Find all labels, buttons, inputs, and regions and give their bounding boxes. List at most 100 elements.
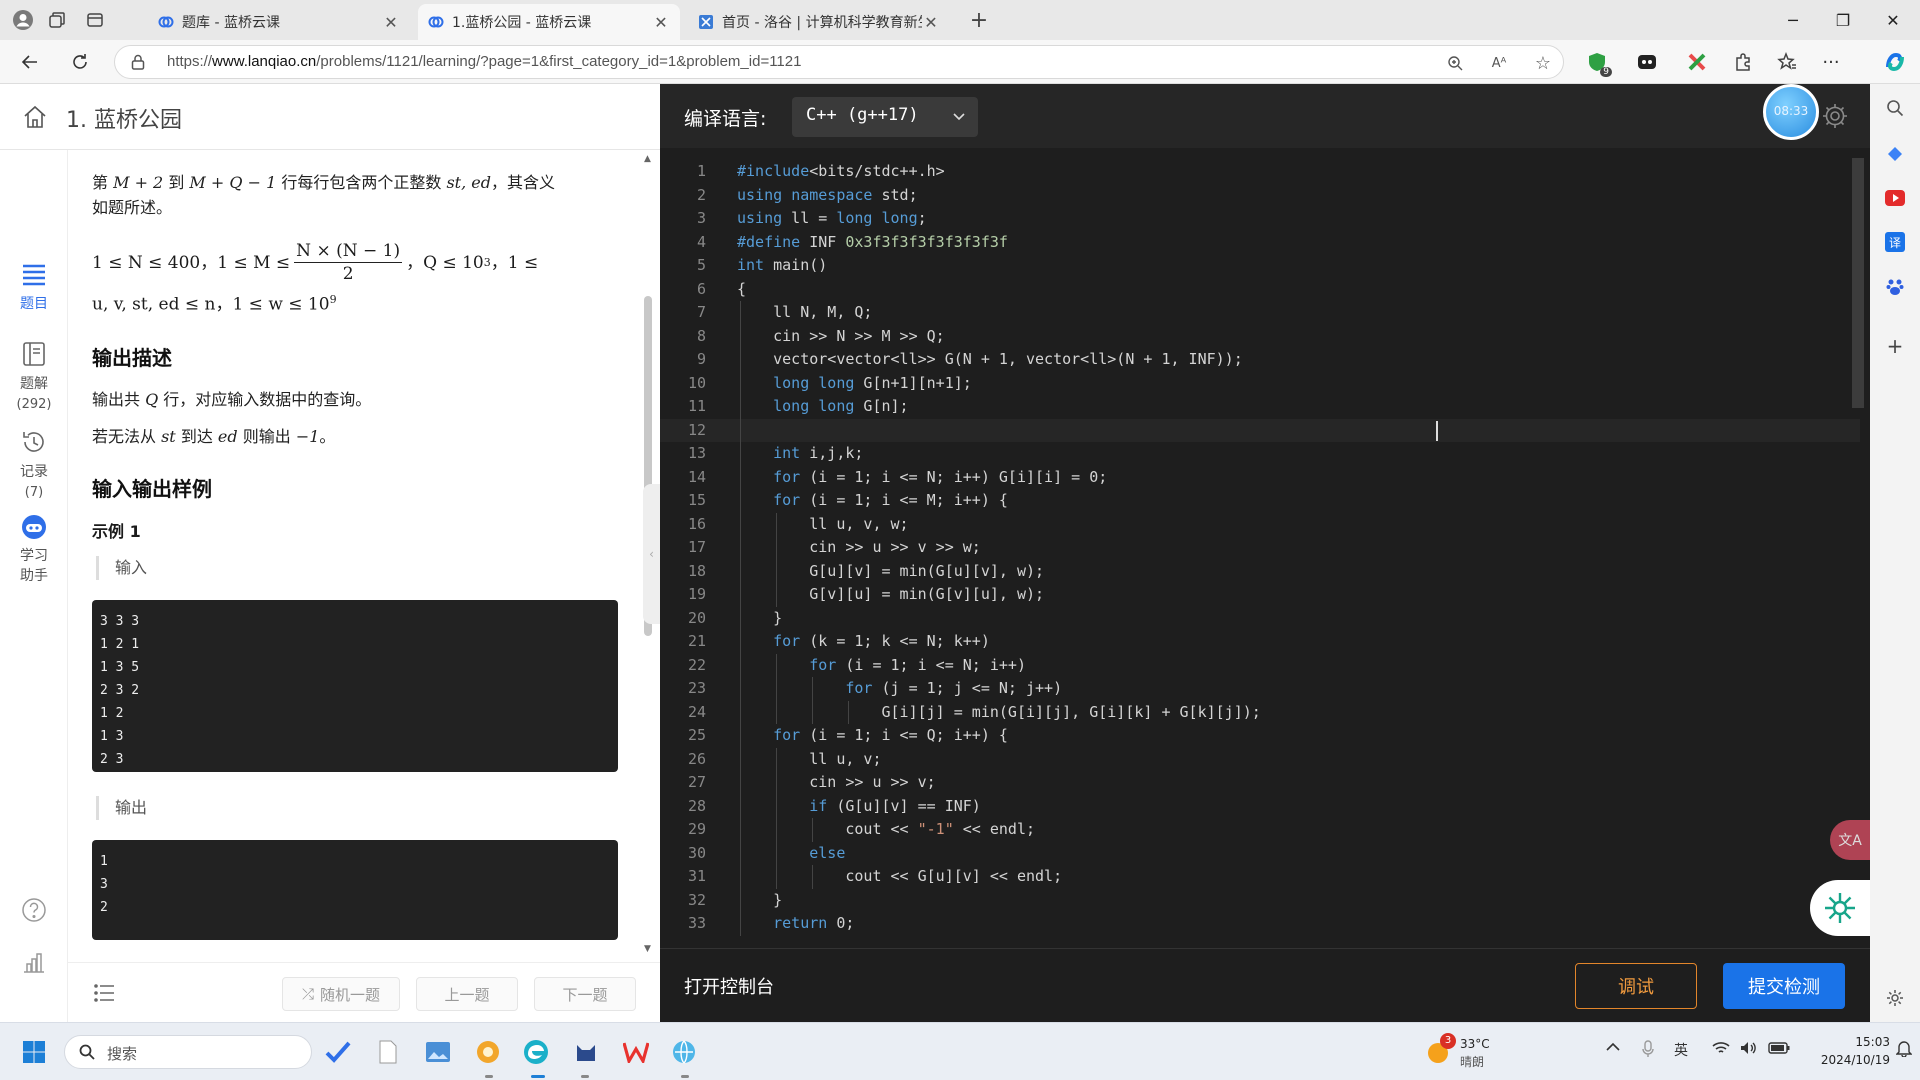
rail-item-statement[interactable]: 题目 bbox=[0, 260, 68, 314]
sample-input-box[interactable]: 3 3 3 1 2 1 1 3 5 2 3 2 1 2 1 3 2 3 bbox=[92, 599, 618, 772]
stats-icon[interactable] bbox=[0, 948, 68, 982]
tab-luogu[interactable]: 首页 - 洛谷 | 计算机科学教育新生态 ✕ bbox=[688, 4, 950, 40]
code-line[interactable]: 7 ll N, M, Q; bbox=[660, 301, 1860, 325]
code-line[interactable]: 15 for (i = 1; i <= M; i++) { bbox=[660, 489, 1860, 513]
notification-bell-icon[interactable] bbox=[1896, 1039, 1912, 1057]
code-line[interactable]: 16 ll u, v, w; bbox=[660, 513, 1860, 537]
code-line[interactable]: 33 return 0; bbox=[660, 912, 1860, 936]
code-line[interactable]: 9 vector<vector<ll>> G(N + 1, vector<ll>… bbox=[660, 348, 1860, 372]
code-line[interactable]: 25 for (i = 1; i <= Q; i++) { bbox=[660, 724, 1860, 748]
read-aloud-icon[interactable]: Aᴬ bbox=[1489, 53, 1509, 73]
url-text[interactable]: https://www.lanqiao.cn/problems/1121/lea… bbox=[167, 53, 801, 70]
microphone-icon[interactable] bbox=[1642, 1040, 1654, 1058]
zoom-icon[interactable] bbox=[1445, 53, 1465, 73]
close-tab-icon[interactable]: ✕ bbox=[382, 13, 400, 32]
close-window-button[interactable]: ✕ bbox=[1870, 0, 1916, 40]
favorite-star-icon[interactable]: ☆ bbox=[1533, 53, 1553, 74]
next-problem-button[interactable]: 下一题 bbox=[534, 977, 636, 1011]
colorful-extension-icon[interactable] bbox=[1684, 49, 1710, 75]
tab-lanqiao-park[interactable]: 1.蓝桥公园 - 蓝桥云课 ✕ bbox=[418, 4, 680, 40]
wifi-icon[interactable] bbox=[1712, 1041, 1730, 1055]
game-extension-icon[interactable] bbox=[1634, 49, 1660, 75]
prev-problem-button[interactable]: 上一题 bbox=[416, 977, 518, 1011]
translate-icon[interactable]: 文A bbox=[1830, 820, 1870, 860]
adblock-extension-icon[interactable]: 9 bbox=[1584, 49, 1612, 77]
collapse-panel-handle[interactable]: ‹ bbox=[643, 484, 660, 624]
scrollbar-thumb[interactable] bbox=[1852, 158, 1864, 408]
code-line[interactable]: 26 ll u, v; bbox=[660, 748, 1860, 772]
battery-icon[interactable] bbox=[1768, 1042, 1790, 1054]
lock-icon[interactable] bbox=[131, 54, 145, 70]
code-line[interactable]: 5 int main() bbox=[660, 254, 1860, 278]
code-line[interactable]: 22 for (i = 1; i <= N; i++) bbox=[660, 654, 1860, 678]
copilot-icon[interactable] bbox=[1882, 49, 1908, 75]
back-button[interactable] bbox=[14, 46, 46, 78]
code-line[interactable]: 13 int i,j,k; bbox=[660, 442, 1860, 466]
close-tab-icon[interactable]: ✕ bbox=[652, 13, 670, 32]
code-line[interactable]: 32 } bbox=[660, 889, 1860, 913]
restore-button[interactable]: ❐ bbox=[1820, 0, 1866, 40]
rail-item-records[interactable]: 记录 (7) bbox=[0, 428, 68, 503]
code-line[interactable]: 30 else bbox=[660, 842, 1860, 866]
rail-item-assistant[interactable]: 学习 助手 bbox=[0, 512, 68, 586]
code-line[interactable]: 10 long long G[n+1][n+1]; bbox=[660, 372, 1860, 396]
submit-button[interactable]: 提交检测 bbox=[1723, 963, 1845, 1009]
workspaces-icon[interactable] bbox=[44, 7, 70, 33]
code-line[interactable]: 14 for (i = 1; i <= N; i++) G[i][i] = 0; bbox=[660, 466, 1860, 490]
code-line[interactable]: 6{ bbox=[660, 278, 1860, 302]
ime-indicator[interactable]: 英 bbox=[1674, 1040, 1688, 1060]
favorites-collection-icon[interactable] bbox=[1774, 49, 1800, 75]
windows-start-icon[interactable] bbox=[18, 1036, 50, 1068]
code-line[interactable]: 2 using namespace std; bbox=[660, 184, 1860, 208]
tools-icon[interactable] bbox=[1883, 142, 1907, 166]
code-line[interactable]: 8 cin >> N >> M >> Q; bbox=[660, 325, 1860, 349]
add-sidebar-app-icon[interactable]: + bbox=[1883, 334, 1907, 358]
code-line[interactable]: 11 long long G[n]; bbox=[660, 395, 1860, 419]
new-tab-button[interactable]: + bbox=[966, 7, 992, 33]
code-line[interactable]: 27 cin >> u >> v; bbox=[660, 771, 1860, 795]
minimize-button[interactable]: ─ bbox=[1770, 0, 1816, 40]
code-line[interactable]: 23 for (j = 1; j <= N; j++) bbox=[660, 677, 1860, 701]
code-line[interactable]: 12 bbox=[660, 418, 1860, 442]
more-menu-icon[interactable]: ··· bbox=[1818, 49, 1844, 75]
system-clock[interactable]: 15:03 2024/10/19 bbox=[1820, 1033, 1890, 1069]
extensions-puzzle-icon[interactable] bbox=[1730, 49, 1756, 75]
code-line[interactable]: 24 G[i][j] = min(G[i][j], G[i][k] + G[k]… bbox=[660, 701, 1860, 725]
sidebar-settings-icon[interactable] bbox=[1883, 986, 1907, 1010]
rail-item-solutions[interactable]: 题解 (292) bbox=[0, 340, 68, 415]
code-line[interactable]: 20 } bbox=[660, 607, 1860, 631]
cat-app-icon[interactable] bbox=[570, 1036, 602, 1068]
photos-app-icon[interactable] bbox=[422, 1036, 454, 1068]
sample-output-box[interactable]: 1 3 2 bbox=[92, 839, 618, 940]
scroll-up-icon[interactable]: ▲ bbox=[644, 154, 651, 164]
random-problem-button[interactable]: ⤮ 随机一题 bbox=[282, 977, 400, 1011]
url-bar[interactable]: https://www.lanqiao.cn/problems/1121/lea… bbox=[114, 45, 1564, 79]
youtube-icon[interactable] bbox=[1883, 186, 1907, 210]
taskbar-search[interactable]: 搜索 bbox=[64, 1035, 312, 1069]
ai-assistant-icon[interactable] bbox=[1810, 880, 1870, 936]
code-line[interactable]: 18 G[u][v] = min(G[u][v], w); bbox=[660, 560, 1860, 584]
translate-sidebar-icon[interactable]: 译 bbox=[1883, 230, 1907, 254]
tab-question-bank[interactable]: 题库 - 蓝桥云课 ✕ bbox=[148, 4, 410, 40]
refresh-button[interactable] bbox=[64, 46, 96, 78]
code-line[interactable]: 17 cin >> u >> v >> w; bbox=[660, 536, 1860, 560]
weather-widget[interactable]: 3 33°C 晴朗 bbox=[1424, 1033, 1544, 1071]
language-select[interactable]: C++ (g++17) bbox=[792, 97, 978, 137]
baidu-icon[interactable] bbox=[1883, 274, 1907, 298]
code-line[interactable]: 1 #include<bits/stdc++.h> bbox=[660, 160, 1860, 184]
code-line[interactable]: 3 using ll = long long; bbox=[660, 207, 1860, 231]
help-icon[interactable] bbox=[0, 896, 68, 930]
code-area[interactable]: 1 #include<bits/stdc++.h> 2 using namespace… bbox=[660, 160, 1860, 940]
home-icon[interactable] bbox=[22, 104, 48, 130]
wps-app-icon[interactable] bbox=[620, 1036, 652, 1068]
scroll-down-icon[interactable]: ▼ bbox=[644, 944, 651, 954]
vertical-tabs-icon[interactable] bbox=[82, 7, 108, 33]
search-icon[interactable] bbox=[1883, 96, 1907, 120]
code-line[interactable]: 29 cout << "-1" << endl; bbox=[660, 818, 1860, 842]
code-line[interactable]: 4 #define INF 0x3f3f3f3f3f3f3f3f bbox=[660, 231, 1860, 255]
profile-icon[interactable] bbox=[10, 7, 36, 33]
debug-button[interactable]: 调试 bbox=[1575, 963, 1697, 1009]
edge-app-icon[interactable] bbox=[520, 1036, 552, 1068]
chevron-up-icon[interactable] bbox=[1606, 1042, 1620, 1052]
file-icon[interactable] bbox=[372, 1036, 404, 1068]
